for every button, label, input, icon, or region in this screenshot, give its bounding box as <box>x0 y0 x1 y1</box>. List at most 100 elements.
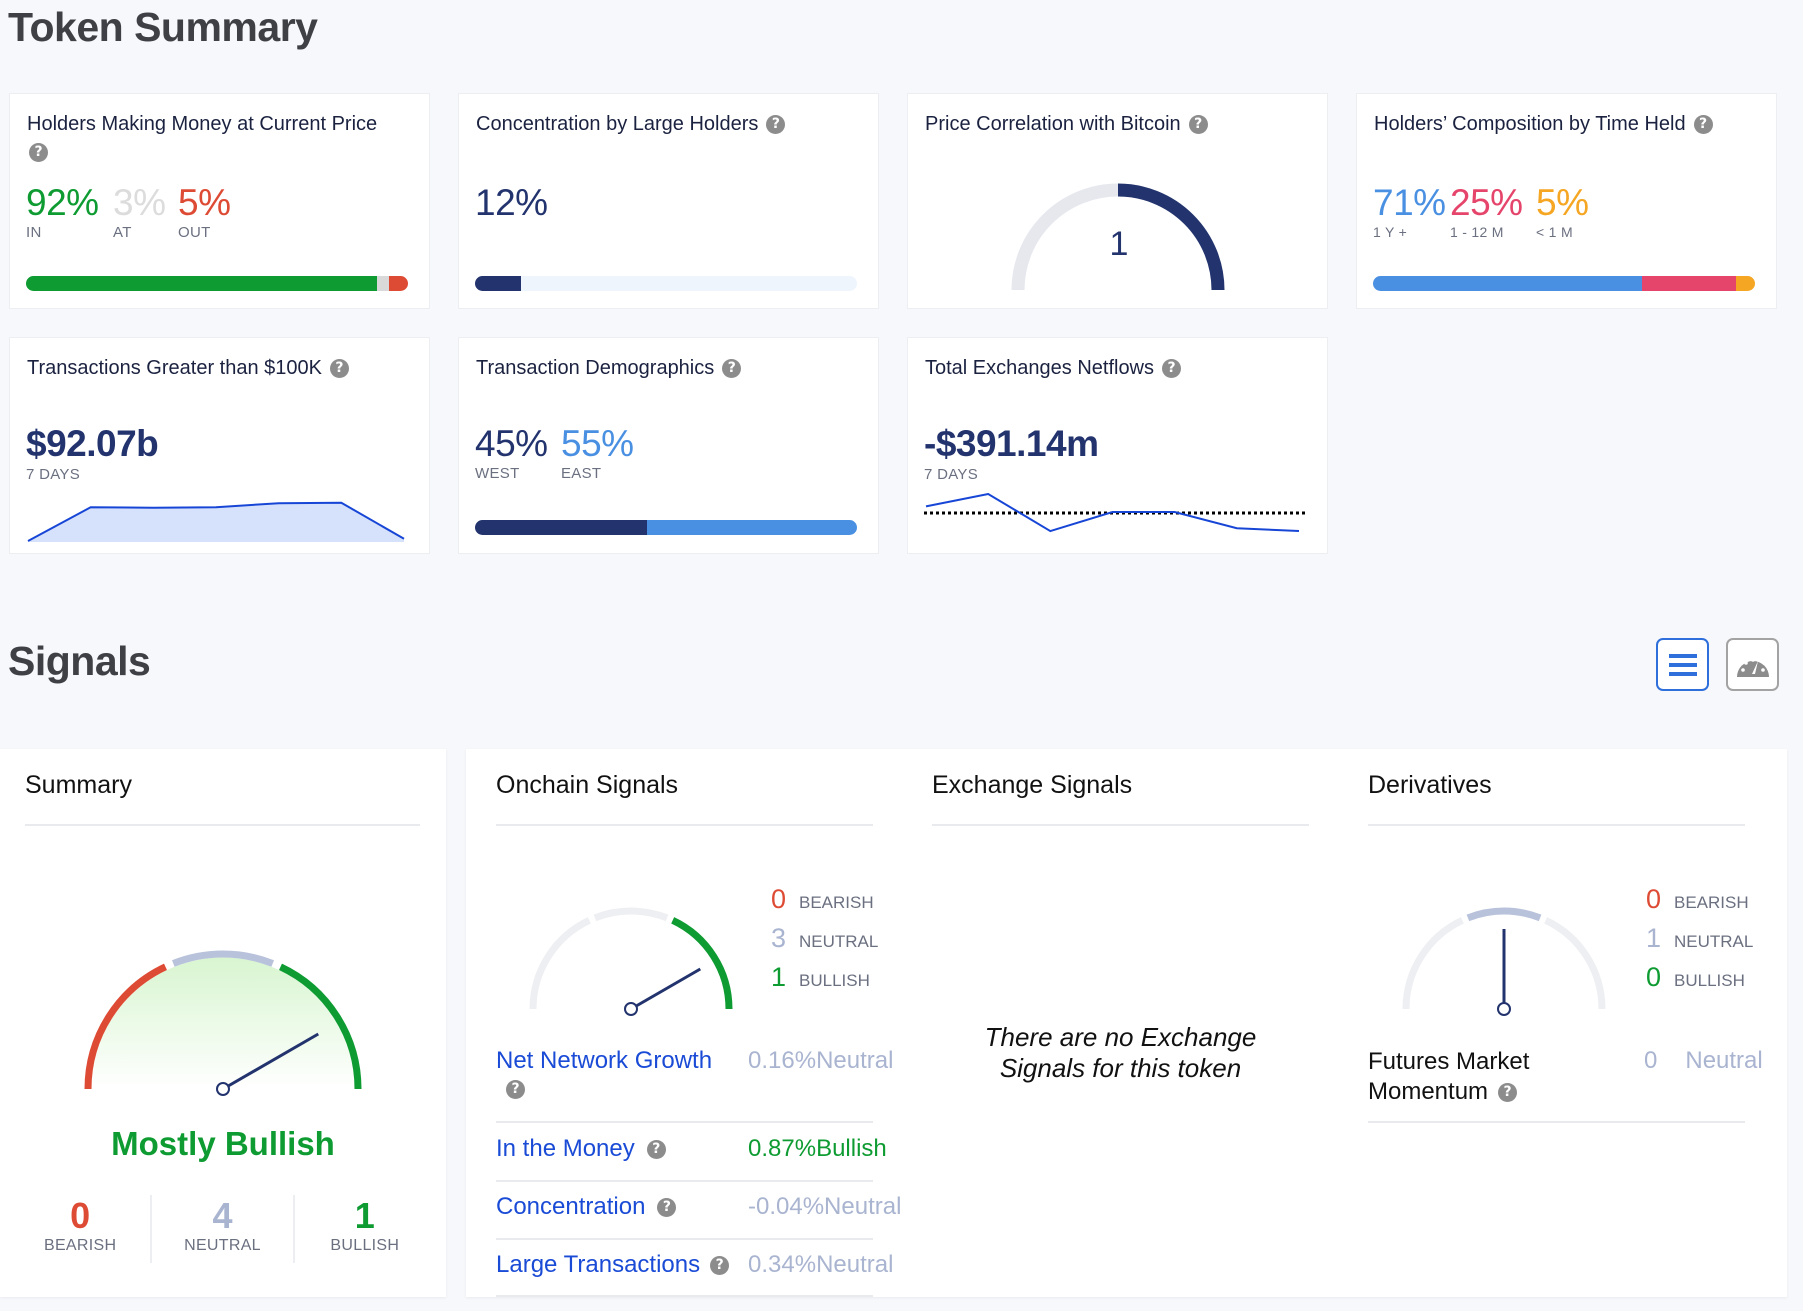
gauge-pivot <box>216 1082 230 1096</box>
gauge-pivot <box>624 1002 638 1016</box>
concentration-segment-0 <box>475 276 521 291</box>
help-icon[interactable]: ? <box>1693 115 1713 135</box>
concentration-card: Concentration by Large Holders? 12% <box>458 93 879 309</box>
in-label: IN <box>26 224 42 241</box>
demographics-segment-0 <box>475 520 647 535</box>
segment-1y-label: 1 Y + <box>1373 224 1408 240</box>
gauge-view-button[interactable] <box>1726 638 1779 691</box>
large-transactions-card: Transactions Greater than $100K? $92.07b… <box>9 337 430 554</box>
signal-value: 0.87%Bullish <box>748 1135 887 1162</box>
summary-panel: Summary Mostly Bullish 0 BEARISH 4 NEUTR… <box>0 749 446 1297</box>
onchain-heading: Onchain Signals <box>496 771 679 799</box>
segment-1m-label: < 1 M <box>1536 224 1573 240</box>
derivatives-heading: Derivatives <box>1368 771 1492 799</box>
divider <box>1368 1121 1745 1123</box>
out-label: OUT <box>178 224 211 241</box>
holders-segment-2 <box>388 276 408 291</box>
netflows-value: -$391.14m <box>924 423 1099 464</box>
demographics-segment-1 <box>646 520 857 535</box>
gauge-needle <box>630 967 702 1011</box>
gauge-segment-neutral <box>1466 907 1542 922</box>
signal-row-futures-market-momentum[interactable]: Futures Market Momentum? <box>1368 1047 1529 1107</box>
large-tx-sparkline <box>27 501 405 542</box>
signal-row-net-network-growth[interactable]: Net Network Growth ? <box>496 1047 712 1103</box>
time-held-segment-2 <box>1736 276 1755 291</box>
list-view-button[interactable] <box>1656 638 1709 691</box>
segment-1m-value: 5% <box>1536 182 1589 223</box>
onchain-gauge <box>529 907 733 1016</box>
signal-row-in-the-money[interactable]: In the Money? <box>496 1135 666 1163</box>
summary-gauge <box>84 950 362 1096</box>
time-held-bar <box>1373 276 1755 291</box>
card-title: Holders Making Money at Current Price ? <box>27 113 378 162</box>
card-title: Price Correlation with Bitcoin? <box>925 111 1208 137</box>
help-icon[interactable]: ? <box>710 1256 730 1276</box>
signal-row-large-transactions[interactable]: Large Transactions? <box>496 1251 730 1279</box>
concentration-segment-1 <box>520 276 857 291</box>
correlation-gauge-fill <box>1117 183 1225 291</box>
at-label: AT <box>113 224 132 241</box>
netflows-sparkline <box>924 493 1307 533</box>
card-title: Total Exchanges Netflows? <box>925 355 1182 381</box>
card-title: Concentration by Large Holders? <box>476 111 786 137</box>
help-icon[interactable]: ? <box>657 1198 677 1218</box>
summary-verdict: Mostly Bullish <box>111 1125 335 1162</box>
summary-heading: Summary <box>25 771 132 799</box>
exchange-netflows-card: Total Exchanges Netflows? -$391.14m 7 DA… <box>907 337 1328 554</box>
gauge-segment-bearish <box>1402 917 1464 1010</box>
segment-1-12m-label: 1 - 12 M <box>1450 224 1504 240</box>
divider <box>932 824 1309 826</box>
derivatives-gauge <box>1402 907 1606 1016</box>
gauge-segment-bearish <box>529 917 591 1010</box>
time-held-segment-1 <box>1641 276 1737 291</box>
summary-count-bullish: 1 BULLISH <box>330 1195 400 1254</box>
gauge-fill <box>91 957 355 1089</box>
help-icon[interactable]: ? <box>646 1140 666 1160</box>
time-held-segment-0 <box>1373 276 1642 291</box>
card-title: Holders’ Composition by Time Held? <box>1374 111 1713 137</box>
signal-row-concentration[interactable]: Concentration? <box>496 1193 677 1221</box>
card-title: Transaction Demographics? <box>476 355 742 381</box>
correlation-gauge-track <box>1011 183 1119 291</box>
help-icon[interactable]: ? <box>722 359 742 379</box>
help-icon[interactable]: ? <box>329 359 349 379</box>
at-value: 3% <box>113 182 166 223</box>
gauge-segment-bullish <box>1544 917 1606 1010</box>
east-label: EAST <box>561 465 602 482</box>
help-icon[interactable]: ? <box>1162 359 1182 379</box>
correlation-gauge: 1 <box>1011 183 1225 291</box>
summary-count-bearish: 0 BEARISH <box>10 1195 153 1263</box>
large-tx-period: 7 DAYS <box>26 466 81 483</box>
signal-value: 0.34%Neutral <box>748 1251 894 1278</box>
divider <box>496 1238 873 1240</box>
holders-segment-0 <box>26 276 378 291</box>
gauge-segment-bullish <box>671 917 733 1010</box>
transaction-demographics-card: Transaction Demographics? 45% WEST 55% E… <box>458 337 879 554</box>
help-icon[interactable]: ? <box>29 142 48 162</box>
price-correlation-card: Price Correlation with Bitcoin? 1 <box>907 93 1328 309</box>
signal-value: 0 Neutral <box>1644 1047 1763 1074</box>
signal-value: 0.16%Neutral <box>748 1047 894 1074</box>
concentration-bar <box>475 276 857 291</box>
summary-count-neutral: 4 NEUTRAL <box>152 1195 295 1263</box>
out-value: 5% <box>178 182 231 223</box>
large-tx-value: $92.07b <box>26 423 159 464</box>
help-icon[interactable]: ? <box>766 115 786 135</box>
time-held-card: Holders’ Composition by Time Held? 71% 1… <box>1356 93 1777 309</box>
help-icon[interactable]: ? <box>1188 115 1208 135</box>
holders-money-bar <box>26 276 408 291</box>
token-summary-title: Token Summary <box>8 4 318 50</box>
signal-value: -0.04%Neutral <box>748 1193 902 1220</box>
gauge-pivot <box>1497 1002 1511 1016</box>
west-value: 45% <box>475 423 548 464</box>
correlation-value: 1 <box>1110 225 1129 263</box>
demographics-bar <box>475 520 857 535</box>
divider <box>496 1121 873 1123</box>
divider <box>496 1180 873 1182</box>
gauge-segment-neutral <box>593 907 669 922</box>
segment-1-12m-value: 25% <box>1450 182 1523 223</box>
help-icon[interactable]: ? <box>1498 1083 1518 1103</box>
signals-panel: Onchain Signals 0 BEARISH 3 NEUTRAL 1 BULLI… <box>466 749 1787 1297</box>
exchange-heading: Exchange Signals <box>932 771 1133 799</box>
help-icon[interactable]: ? <box>506 1080 525 1100</box>
